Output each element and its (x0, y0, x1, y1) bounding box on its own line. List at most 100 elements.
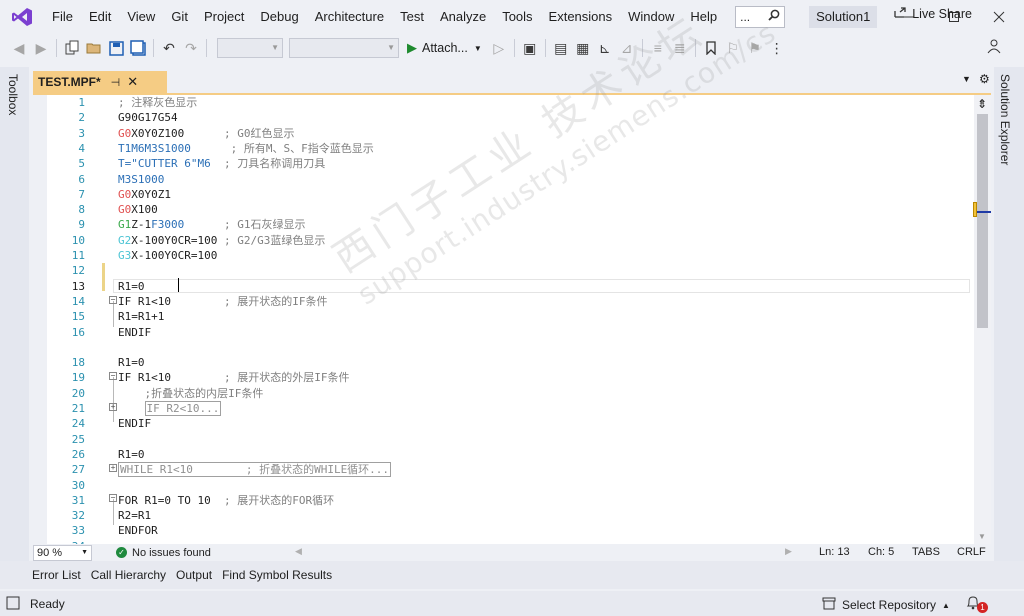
layout-icon[interactable]: ▦ (572, 37, 594, 59)
search-box[interactable]: ... (735, 5, 786, 28)
save-all-icon[interactable] (127, 37, 149, 59)
code-line[interactable]: ENDIF (118, 416, 151, 431)
solution-explorer-tab[interactable]: Solution Explorer (998, 74, 1012, 165)
code-line[interactable]: G0X0Y0Z100 ; G0红色显示 (118, 126, 294, 141)
menu-help[interactable]: Help (682, 0, 725, 33)
menu-architecture[interactable]: Architecture (307, 0, 392, 33)
menu-extensions[interactable]: Extensions (541, 0, 621, 33)
scroll-right-icon[interactable]: ▶ (785, 546, 792, 557)
new-project-icon[interactable] (61, 37, 83, 59)
split-window-icon[interactable]: ⇕ (977, 97, 987, 111)
close-tab-icon[interactable]: ✕ (127, 74, 138, 90)
vertical-scrollbar[interactable]: ▲ ▼ (974, 95, 991, 544)
save-icon[interactable] (105, 37, 127, 59)
zoom-combo[interactable]: 90 % ▼ (33, 544, 92, 561)
tab-call-hierarchy[interactable]: Call Hierarchy (87, 568, 170, 582)
scroll-down-icon[interactable]: ▼ (978, 532, 986, 541)
menu-tools[interactable]: Tools (494, 0, 540, 33)
issues-indicator[interactable]: ✓ No issues found (116, 547, 211, 559)
feedback-icon[interactable] (986, 38, 1002, 57)
solution-name[interactable]: Solution1 (809, 5, 878, 28)
menu-test[interactable]: Test (392, 0, 432, 33)
step-icon[interactable]: ⊾ (594, 37, 616, 59)
menu-git[interactable]: Git (163, 0, 196, 33)
comment-icon[interactable]: ≡ (647, 37, 669, 59)
undo-icon[interactable]: ↶ (158, 37, 180, 59)
code-line[interactable]: T="CUTTER 6"M6 ; 刀具名称调用刀具 (118, 156, 325, 171)
pin-icon[interactable]: ⊣ (111, 76, 121, 89)
code-line[interactable]: M3S1000 (118, 172, 164, 187)
navigate-forward-icon[interactable]: ▶ (30, 37, 52, 59)
configuration-combo[interactable]: ▼ (217, 38, 283, 58)
code-line[interactable]: G0X100 (118, 202, 158, 217)
column-indicator[interactable]: Ch: 5 (868, 546, 894, 558)
bookmark-icon[interactable] (700, 37, 722, 59)
code-line[interactable]: IF R1<10 ; 展开状态的外层IF条件 (118, 370, 349, 385)
code-line[interactable]: IF R1<10 ; 展开状态的IF条件 (118, 294, 327, 309)
redo-icon[interactable]: ↷ (180, 37, 202, 59)
code-line[interactable]: T1M6M3S1000 ; 所有M、S、F指令蓝色显示 (118, 141, 374, 156)
code-line[interactable]: FOR R1=0 TO 10 ; 展开状态的FOR循环 (118, 493, 334, 508)
tab-output[interactable]: Output (172, 568, 216, 582)
start-without-debugging-icon[interactable]: ▷ (488, 37, 510, 59)
code-line[interactable]: R1=0 (118, 447, 145, 462)
toolbar-overflow-icon[interactable]: ⋮ (766, 37, 788, 59)
folded-region[interactable]: WHILE R1<10 ; 折叠状态的WHILE循环... (118, 462, 392, 478)
expand-icon[interactable]: + (109, 464, 117, 472)
scroll-thumb[interactable] (977, 114, 988, 328)
solution-explorer-icon[interactable]: ▤ (550, 37, 572, 59)
tabs-indicator[interactable]: TABS (912, 546, 940, 558)
menu-window[interactable]: Window (620, 0, 682, 33)
line-indicator[interactable]: Ln: 13 (819, 546, 850, 558)
code-line[interactable]: G0X0Y0Z1 (118, 187, 171, 202)
toolbox-tab[interactable]: Toolbox (6, 74, 20, 115)
code-line[interactable]: ENDFOR (118, 523, 158, 538)
collapse-icon[interactable]: − (109, 372, 117, 380)
live-share-button[interactable]: Live Share (893, 5, 972, 22)
menu-view[interactable]: View (119, 0, 163, 33)
code-line[interactable]: G3X-100Y0CR=100 (118, 248, 217, 263)
gear-icon[interactable]: ⚙ (979, 72, 990, 86)
code-line[interactable]: IF R2<10... (118, 401, 222, 416)
menu-edit[interactable]: Edit (81, 0, 119, 33)
tab-error-list[interactable]: Error List (28, 568, 85, 582)
step-over-icon[interactable]: ⊿ (616, 37, 638, 59)
code-line[interactable]: G2X-100Y0CR=100 ; G2/G3蓝绿色显示 (118, 233, 325, 248)
attach-button[interactable]: ▶ Attach... ▼ (407, 40, 482, 56)
scroll-left-icon[interactable]: ◀ (295, 546, 302, 557)
close-window-icon[interactable] (976, 0, 1022, 33)
code-line[interactable]: ;折叠状态的内层IF条件 (118, 386, 263, 401)
line-ending-indicator[interactable]: CRLF (957, 546, 986, 558)
menu-analyze[interactable]: Analyze (432, 0, 494, 33)
next-bookmark-icon[interactable]: ⚑ (744, 37, 766, 59)
collapse-icon[interactable]: − (109, 494, 117, 502)
code-line[interactable]: ENDIF (118, 325, 151, 340)
platform-combo[interactable]: ▼ (289, 38, 399, 58)
code-line[interactable]: G1Z-1F3000 ; G1石灰绿显示 (118, 217, 305, 232)
document-tab[interactable]: TEST.MPF* ⊣ ✕ (33, 71, 167, 93)
menu-file[interactable]: File (44, 0, 81, 33)
code-editor[interactable]: 1 2 3 4 5 6 7 8 9 10 11 12 13 14 15 16 18 19 20 21 24 25 26 27 3… (33, 95, 991, 544)
tab-list-dropdown-icon[interactable]: ▼ (962, 74, 971, 84)
prev-bookmark-icon[interactable]: ⚐ (722, 37, 744, 59)
code-line[interactable]: R2=R1 (118, 508, 151, 523)
code-line[interactable]: R1=0 (118, 355, 145, 370)
menu-project[interactable]: Project (196, 0, 252, 33)
toggle-icon[interactable]: ▣ (519, 37, 541, 59)
code-line[interactable]: G90G17G54 (118, 110, 178, 125)
line-number: 21 (71, 402, 85, 415)
tab-find-symbol-results[interactable]: Find Symbol Results (218, 568, 336, 582)
code-line[interactable]: R1=0 (118, 279, 145, 294)
visual-studio-logo-icon[interactable] (0, 0, 44, 33)
open-folder-icon[interactable] (83, 37, 105, 59)
code-line[interactable]: WHILE R1<10 ; 折叠状态的WHILE循环... (118, 462, 392, 478)
menu-debug[interactable]: Debug (252, 0, 306, 33)
navigate-back-icon[interactable]: ◀ (8, 37, 30, 59)
expand-icon[interactable]: + (109, 403, 117, 411)
folded-region[interactable]: IF R2<10... (144, 401, 222, 416)
select-repository-button[interactable]: Select Repository ▲ (822, 597, 950, 613)
code-line[interactable]: R1=R1+1 (118, 309, 164, 324)
collapse-icon[interactable]: − (109, 296, 117, 304)
uncomment-icon[interactable]: ≣ (669, 37, 691, 59)
code-line[interactable]: ; 注释灰色显示 (118, 95, 197, 110)
